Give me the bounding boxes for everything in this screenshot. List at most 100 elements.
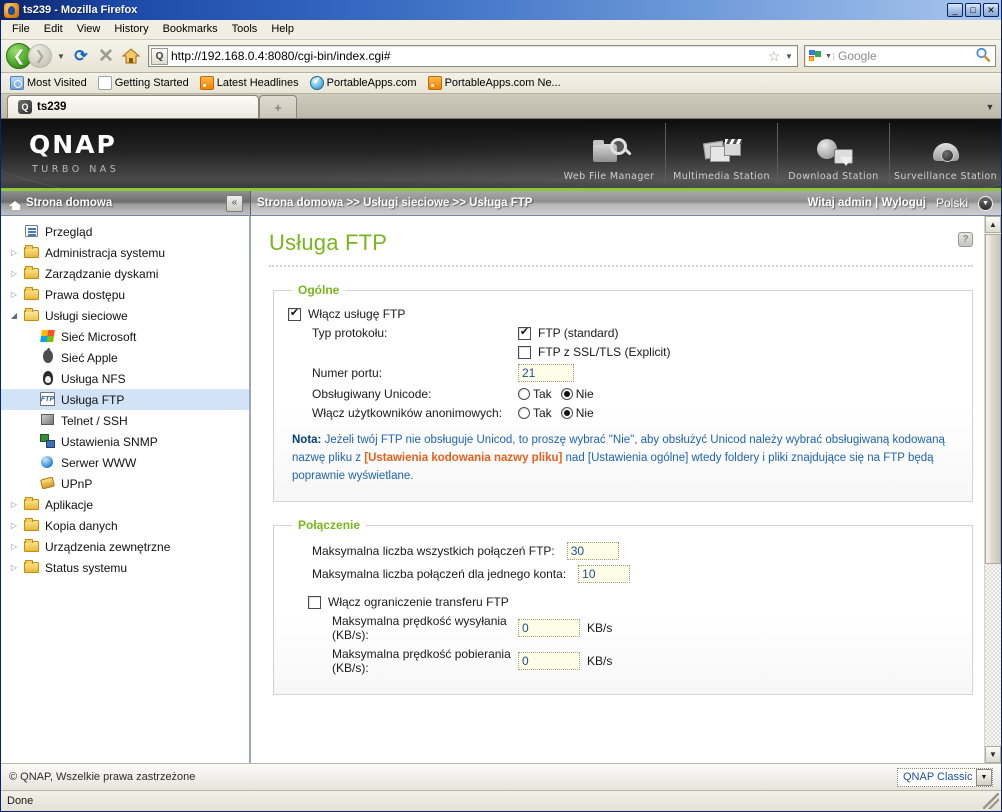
reload-icon[interactable]: ⟳ — [70, 45, 92, 67]
sidebar-item-serwer-www[interactable]: Serwer WWW — [1, 452, 249, 473]
unicode-no-radio[interactable] — [560, 388, 573, 400]
close-button[interactable]: ✕ — [983, 3, 999, 17]
anonymous-no-radio[interactable] — [560, 407, 573, 419]
theme-select[interactable]: QNAP Classic ▼ — [897, 767, 993, 787]
download-input[interactable]: 0 — [518, 652, 580, 671]
sidebar-item-usluga-nfs[interactable]: Usługa NFS — [1, 368, 249, 389]
language-label[interactable]: Polski — [936, 196, 968, 210]
sidebar-item-siec-microsoft[interactable]: Sieć Microsoft — [1, 326, 249, 347]
new-tab-button[interactable]: + — [259, 95, 297, 118]
sidebar-item-administracja-systemu[interactable]: ▷ Administracja systemu — [1, 242, 249, 263]
chevron-down-icon[interactable]: ▼ — [55, 52, 67, 61]
sidebar-item-telnet-ssh[interactable]: Telnet / SSH — [1, 410, 249, 431]
help-button[interactable]: ? — [958, 232, 973, 247]
maximize-button[interactable]: □ — [965, 3, 981, 17]
bookmark-latest-headlines[interactable]: Latest Headlines — [196, 75, 303, 91]
ftp-standard-checkbox[interactable] — [518, 326, 531, 340]
sidebar-item-przeglad[interactable]: Przegląd — [1, 221, 249, 242]
unicode-no-option[interactable]: Nie — [560, 387, 594, 401]
anonymous-row: Włącz użytkowników anonimowych: Tak Nie — [288, 406, 958, 420]
url-bar[interactable]: Q http://192.168.0.4:8080/cgi-bin/index.… — [148, 45, 798, 67]
menu-help[interactable]: Help — [264, 21, 301, 38]
scroll-up-button[interactable]: ▲ — [985, 216, 1001, 233]
menu-history[interactable]: History — [107, 21, 155, 38]
menu-file[interactable]: File — [5, 21, 37, 38]
station-web-file-manager[interactable]: Web File Manager — [553, 123, 665, 185]
max-all-input[interactable]: 30 — [566, 542, 619, 561]
chevron-down-icon[interactable]: ▼ — [976, 768, 992, 786]
multimedia-station-icon — [702, 136, 742, 168]
note-link[interactable]: [Ustawienia kodowania nazwy pliku] — [364, 452, 562, 464]
anonymous-yes-radio[interactable] — [518, 407, 530, 419]
stop-icon[interactable]: ✕ — [95, 45, 117, 67]
sidebar-item-uslugi-sieciowe[interactable]: ◢ Usługi sieciowe — [1, 305, 249, 326]
station-multimedia[interactable]: Multimedia Station — [665, 122, 777, 185]
sidebar-item-status-systemu[interactable]: ▷ Status systemu — [1, 557, 249, 578]
twisty-icon[interactable]: ◢ — [9, 311, 19, 320]
upload-input[interactable]: 0 — [518, 619, 580, 638]
twisty-icon[interactable]: ▷ — [9, 521, 19, 530]
unicode-yes-option[interactable]: Tak — [518, 387, 552, 401]
sidebar-item-siec-apple[interactable]: Sieć Apple — [1, 347, 249, 368]
url-input[interactable]: http://192.168.0.4:8080/cgi-bin/index.cg… — [171, 49, 765, 63]
menu-edit[interactable]: Edit — [37, 21, 70, 38]
max-per-account-input[interactable]: 10 — [578, 565, 631, 584]
search-bar[interactable]: ▼ Google — [804, 45, 996, 67]
enable-ftp-row[interactable]: Włącz usługę FTP — [288, 307, 958, 321]
scrollbar-thumb[interactable] — [985, 234, 1001, 564]
twisty-icon[interactable]: ▷ — [9, 269, 19, 278]
twisty-icon[interactable]: ▷ — [9, 542, 19, 551]
menu-bookmarks[interactable]: Bookmarks — [156, 21, 225, 38]
sidebar-item-prawa-dostepu[interactable]: ▷ Prawa dostępu — [1, 284, 249, 305]
bookmark-portableapps-news[interactable]: PortableApps.com Ne... — [424, 75, 565, 91]
menu-tools[interactable]: Tools — [225, 21, 265, 38]
search-input[interactable]: Google — [838, 49, 973, 63]
tab-ts239[interactable]: Q ts239 — [7, 95, 259, 118]
twisty-icon[interactable]: ▷ — [9, 290, 19, 299]
sidebar-item-aplikacje[interactable]: ▷ Aplikacje — [1, 494, 249, 515]
sidebar-item-upnp[interactable]: UPnP — [1, 473, 249, 494]
sidebar-item-kopia-danych[interactable]: ▷ Kopia danych — [1, 515, 249, 536]
port-input[interactable]: 21 — [518, 364, 574, 382]
enable-limit-checkbox[interactable] — [308, 595, 321, 609]
station-surveillance[interactable]: Surveillance Station — [889, 122, 1001, 185]
menu-view[interactable]: View — [70, 21, 108, 38]
max-all-label: Maksymalna liczba wszystkich połączeń FT… — [312, 544, 555, 559]
welcome-logout-text[interactable]: Witaj admin | Wyloguj — [807, 197, 926, 209]
bookmark-star-icon[interactable]: ☆ — [765, 48, 783, 65]
scrollbar-track[interactable] — [985, 564, 1001, 746]
resize-grip[interactable] — [983, 793, 999, 809]
collapse-sidebar-button[interactable]: « — [226, 194, 243, 212]
twisty-icon[interactable]: ▷ — [9, 248, 19, 257]
bookmark-getting-started[interactable]: Getting Started — [94, 75, 193, 91]
enable-ftp-checkbox[interactable] — [288, 307, 301, 321]
sidebar-item-label: Aplikacje — [45, 497, 94, 512]
tab-list-menu-icon[interactable]: ▼ — [979, 95, 1001, 118]
chevron-down-icon[interactable]: ▼ — [783, 52, 795, 61]
page-scrollbar[interactable]: ▲ ▼ — [984, 216, 1001, 763]
search-icon[interactable] — [973, 47, 993, 66]
sidebar-item-urzadzenia-zewnetrzne[interactable]: ▷ Urządzenia zewnętrzne — [1, 536, 249, 557]
sidebar-item-zarzadzanie-dyskami[interactable]: ▷ Zarządzanie dyskami — [1, 263, 249, 284]
anonymous-yes-option[interactable]: Tak — [518, 406, 552, 420]
station-download[interactable]: Download Station — [777, 122, 889, 185]
site-identity-icon[interactable]: Q — [151, 47, 168, 65]
anonymous-no-option[interactable]: Nie — [560, 406, 594, 420]
twisty-icon[interactable]: ▷ — [9, 563, 19, 572]
forward-button[interactable]: ❯ — [28, 44, 52, 68]
unicode-yes-radio[interactable] — [518, 388, 530, 400]
bookmark-portableapps[interactable]: PortableApps.com — [306, 75, 421, 91]
chevron-down-icon[interactable]: ▼ — [824, 52, 834, 60]
scroll-down-button[interactable]: ▼ — [985, 746, 1001, 763]
google-icon[interactable] — [807, 48, 823, 64]
twisty-icon[interactable]: ▷ — [9, 500, 19, 509]
minimize-button[interactable]: _ — [947, 3, 963, 17]
anonymous-label: Włącz użytkowników anonimowych: — [312, 406, 503, 420]
sidebar-item-usluga-ftp[interactable]: FTP Usługa FTP — [1, 389, 249, 410]
sidebar-item-ustawienia-snmp[interactable]: Ustawienia SNMP — [1, 431, 249, 452]
chevron-down-icon[interactable]: ▼ — [978, 195, 993, 211]
bookmark-most-visited[interactable]: Most Visited — [6, 75, 91, 91]
enable-limit-row[interactable]: Włącz ograniczenie transferu FTP — [288, 595, 958, 609]
home-icon[interactable] — [120, 45, 142, 67]
ftp-ssl-checkbox[interactable] — [518, 345, 531, 359]
